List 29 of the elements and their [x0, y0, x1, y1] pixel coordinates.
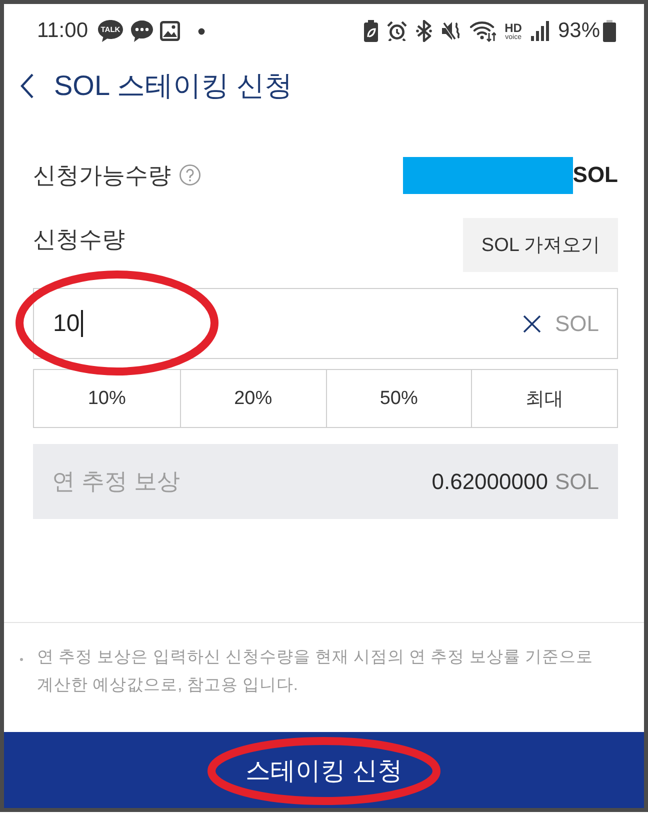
- alarm-clock-icon: [386, 21, 407, 41]
- image-icon: [160, 21, 180, 41]
- help-icon[interactable]: [179, 164, 201, 186]
- notification-dot-icon: [198, 28, 205, 34]
- status-time: 11:00: [37, 19, 88, 43]
- chat-bubble-icon: [130, 19, 154, 43]
- battery-percent: 93%: [558, 19, 600, 43]
- battery-leaf-icon: [364, 20, 378, 42]
- amount-input[interactable]: 10 SOL: [33, 288, 618, 359]
- note-text: 연 추정 보상은 입력하신 신청수량을 현재 시점의 연 추정 보상률 기준으로 계산한 예상값으로, 참고용 입니다.: [37, 647, 594, 696]
- available-unit: SOL: [572, 162, 618, 188]
- text-cursor: [80, 310, 83, 337]
- amount-unit: SOL: [554, 310, 599, 336]
- wifi-icon: [470, 20, 496, 42]
- back-icon[interactable]: [20, 73, 34, 99]
- fetch-sol-button[interactable]: SOL 가져오기: [463, 218, 618, 272]
- bluetooth-icon: [416, 20, 432, 42]
- clear-icon[interactable]: [522, 314, 541, 332]
- signal-bars-icon: [530, 21, 549, 41]
- vibrate-mute-icon: [440, 20, 461, 42]
- available-amount-label: 신청가능수량: [33, 160, 171, 190]
- estimate-amount: 0.62000000: [432, 468, 548, 494]
- request-amount-label: 신청수량: [33, 225, 125, 254]
- estimate-unit: SOL: [554, 468, 599, 494]
- battery-icon: [603, 20, 616, 42]
- estimate-label: 연 추정 보상: [52, 467, 180, 496]
- stake-submit-button[interactable]: 스테이킹 신청: [4, 732, 644, 808]
- page-title: SOL 스테이킹 신청: [54, 69, 293, 103]
- bullet-icon: [20, 658, 23, 661]
